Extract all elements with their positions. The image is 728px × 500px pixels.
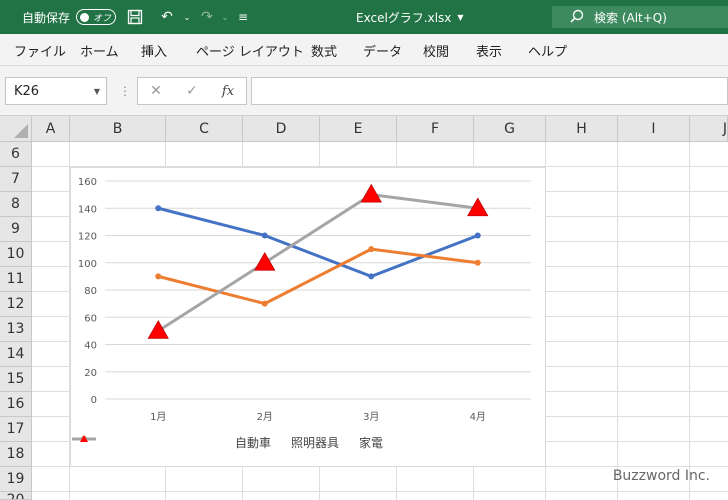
row-header-9[interactable]: 9 (0, 217, 32, 242)
tab-formulas[interactable]: 数式 (311, 34, 337, 66)
row-header-16[interactable]: 16 (0, 392, 32, 417)
data-point (261, 232, 268, 239)
row-header-19[interactable]: 19 (0, 467, 32, 492)
y-tick-label: 120 (78, 232, 97, 243)
column-header-h[interactable]: H (546, 116, 618, 142)
y-tick-label: 40 (84, 341, 97, 352)
legend-item[interactable]: 照明器具 (72, 434, 339, 451)
row-header-15[interactable]: 15 (0, 367, 32, 392)
autosave-toggle[interactable]: オフ (76, 9, 116, 25)
formula-bar: K26 ▼ ⋮ ✕ ✓ fx (0, 66, 728, 116)
data-point (254, 251, 276, 271)
tab-view[interactable]: 表示 (476, 34, 502, 66)
toggle-knob-icon (80, 12, 89, 22)
tab-data[interactable]: データ (363, 34, 402, 66)
data-point (474, 232, 481, 239)
tab-review[interactable]: 校閲 (423, 34, 449, 66)
legend-swatch (72, 435, 96, 442)
legend-label: 照明器具 (290, 436, 339, 450)
row-header-8[interactable]: 8 (0, 192, 32, 217)
ribbon-tabs: ファイル ホーム 挿入 ページ レイアウト 数式 データ 校閲 表示 ヘルプ (0, 34, 728, 66)
tab-page-layout[interactable]: ページ レイアウト (196, 34, 304, 66)
chart-plot: 0 20 40 60 80 100 120 140 160 1月 2月 3月 4月 (78, 177, 531, 423)
data-point (368, 273, 375, 280)
column-header-g[interactable]: G (474, 116, 546, 142)
legend-item[interactable]: 家電 (72, 434, 384, 451)
enter-icon[interactable]: ✓ (174, 83, 210, 99)
y-tick-label: 0 (91, 395, 97, 406)
y-tick-label: 160 (78, 177, 97, 188)
data-point (474, 259, 481, 266)
cell-reference: K26 (14, 83, 40, 99)
legend-label: 自動車 (234, 436, 271, 450)
formula-buttons: ✕ ✓ fx (137, 77, 247, 105)
legend-item[interactable]: 自動車 (72, 434, 271, 451)
search-box[interactable]: 検索 (Alt+Q) (552, 6, 728, 28)
select-all-button[interactable] (0, 116, 32, 142)
y-tick-label: 60 (84, 313, 97, 324)
chart-legend[interactable]: 自動車 照明器具 家電 (71, 434, 547, 451)
line-chart[interactable]: 0 20 40 60 80 100 120 140 160 1月 2月 3月 4月 自動車 照明器具 家電 (70, 167, 546, 467)
x-tick-label: 2月 (257, 411, 273, 423)
save-icon[interactable] (124, 0, 146, 34)
y-tick-label: 100 (78, 259, 97, 270)
file-name: Excelグラフ.xlsx (356, 10, 452, 25)
more-options-icon[interactable]: ⋮ (119, 84, 131, 98)
row-header-12[interactable]: 12 (0, 292, 32, 317)
x-tick-label: 4月 (470, 411, 486, 423)
search-placeholder: 検索 (Alt+Q) (594, 10, 667, 25)
column-header-c[interactable]: C (166, 116, 243, 142)
column-header-i[interactable]: I (618, 116, 690, 142)
column-header-d[interactable]: D (243, 116, 320, 142)
y-tick-label: 140 (78, 204, 97, 215)
row-header-18[interactable]: 18 (0, 442, 32, 467)
undo-dropdown-icon[interactable]: ⌄ (176, 0, 198, 34)
column-header-e[interactable]: E (320, 116, 397, 142)
autosave-state: オフ (93, 13, 112, 24)
data-point (147, 320, 169, 339)
y-tick-label: 80 (84, 286, 97, 297)
cancel-icon[interactable]: ✕ (138, 83, 174, 99)
search-icon (570, 9, 584, 26)
y-tick-label: 20 (84, 368, 97, 379)
row-header-14[interactable]: 14 (0, 342, 32, 367)
title-bar: 自動保存 オフ ↶ ⌄ ↷ ⌄ ≡ Excelグラフ.xlsx ▼ 検索 (Al… (0, 0, 728, 34)
customize-toolbar-icon[interactable]: ≡ (232, 0, 254, 34)
name-box[interactable]: K26 ▼ (5, 77, 107, 105)
formula-input[interactable] (251, 77, 728, 105)
chevron-down-icon: ▼ (457, 12, 464, 22)
column-header-a[interactable]: A (32, 116, 70, 142)
file-title[interactable]: Excelグラフ.xlsx ▼ (356, 0, 464, 34)
row-header-10[interactable]: 10 (0, 242, 32, 267)
tab-help[interactable]: ヘルプ (528, 34, 567, 66)
row-header-7[interactable]: 7 (0, 167, 32, 192)
undo-icon[interactable]: ↶ (156, 0, 178, 34)
column-header-f[interactable]: F (397, 116, 474, 142)
row-header-11[interactable]: 11 (0, 267, 32, 292)
tab-file[interactable]: ファイル (14, 34, 66, 66)
x-tick-label: 3月 (363, 411, 379, 423)
data-point (155, 273, 162, 280)
data-point (261, 300, 268, 307)
row-header-17[interactable]: 17 (0, 417, 32, 442)
column-header-j[interactable]: J (690, 116, 728, 142)
x-tick-label: 1月 (150, 411, 166, 423)
row-header-13[interactable]: 13 (0, 317, 32, 342)
chevron-down-icon: ▼ (93, 86, 100, 96)
data-point (155, 205, 162, 212)
data-point (360, 183, 382, 203)
watermark: Buzzword Inc. (612, 468, 710, 484)
data-point (368, 246, 375, 253)
series-line (156, 206, 480, 278)
tab-home[interactable]: ホーム (80, 34, 119, 66)
column-header-b[interactable]: B (70, 116, 166, 142)
row-header-6[interactable]: 6 (0, 142, 32, 167)
row-header-20[interactable]: 20 (0, 492, 32, 500)
insert-function-icon[interactable]: fx (210, 84, 246, 99)
legend-label: 家電 (359, 436, 384, 450)
autosave-label: 自動保存 (22, 10, 71, 25)
tab-insert[interactable]: 挿入 (141, 34, 167, 66)
